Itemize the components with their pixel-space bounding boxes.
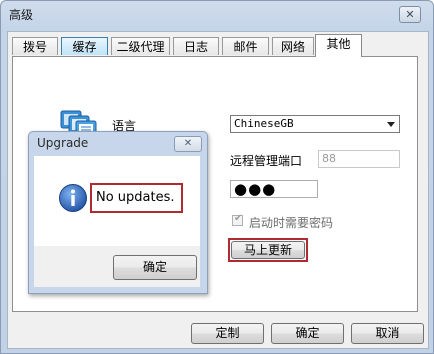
dialog-ok-button[interactable]: 确定 [113,255,197,280]
remote-port-label: 远程管理端口 [230,154,303,168]
cancel-button[interactable]: 取消 [351,323,424,344]
dialog-message: No updates. [96,190,175,205]
tab-other[interactable]: 其他 [315,34,362,57]
require-password-label: 启动时需要密码 [249,216,334,230]
dialog-title: Upgrade [37,136,89,150]
tab-mail[interactable]: 邮件 [222,37,269,55]
tab-secondary-proxy[interactable]: 二级代理 [111,37,170,55]
chevron-down-icon[interactable] [387,122,395,127]
dialog-close-glyph: ✕ [183,138,193,149]
upgrade-dialog: Upgrade ✕ No updates. 确定 [28,131,208,294]
ok-button[interactable]: 确定 [271,323,344,344]
window-title: 高级 [9,8,34,22]
title-bar[interactable]: 高级 ✕ [1,1,433,27]
checkmark-icon: ✔ [234,213,243,224]
update-now-button[interactable]: 马上更新 [231,241,305,259]
dialog-body: No updates. [34,156,200,246]
tab-cache[interactable]: 缓存 [61,37,108,55]
language-select-value: ChineseGB [234,117,294,130]
remote-port-input[interactable]: 88 [318,150,400,168]
language-select[interactable]: ChineseGB [230,115,400,133]
close-glyph: ✕ [405,8,415,21]
password-mask: ●●● [234,180,277,198]
customize-button[interactable]: 定制 [191,323,264,344]
close-icon[interactable]: ✕ [399,6,421,23]
tab-dial[interactable]: 拨号 [12,37,58,55]
dialog-footer: 确定 [34,246,200,287]
require-password-checkbox[interactable]: ✔ [232,213,243,226]
password-input[interactable]: ●●● [230,180,318,198]
info-icon [59,184,87,212]
tab-log[interactable]: 日志 [173,37,219,55]
tab-network[interactable]: 网络 [272,37,314,55]
close-icon[interactable]: ✕ [174,136,202,152]
